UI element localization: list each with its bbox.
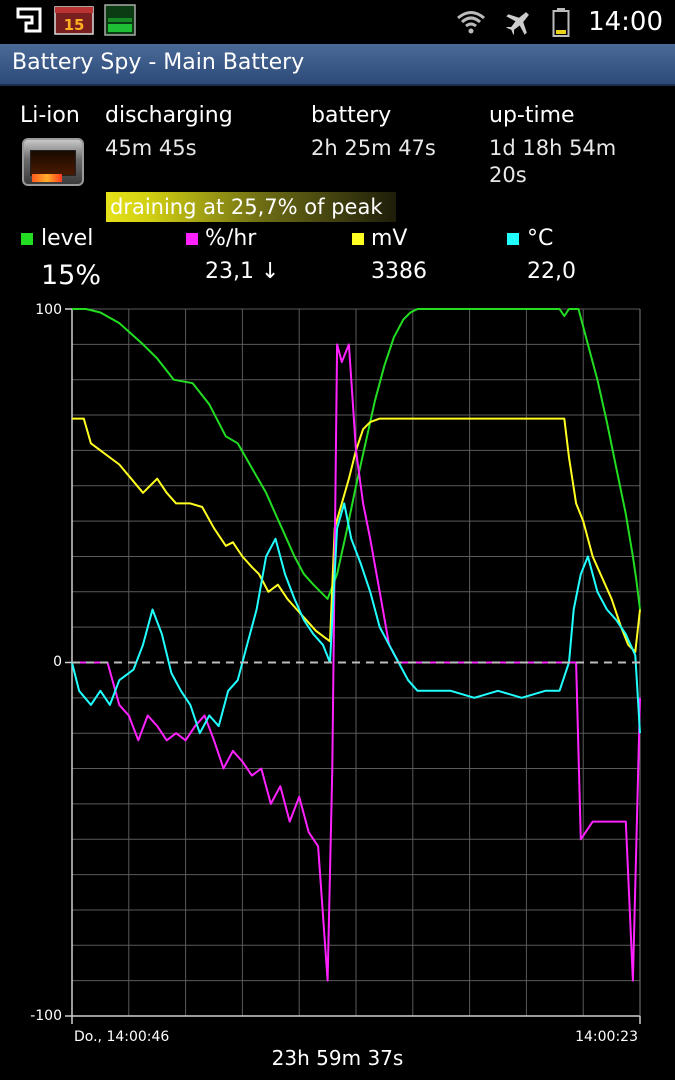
chart-duration: 23h 59m 37s [271,1046,404,1070]
legend-rate-label: %/hr [205,226,257,251]
svg-text:15: 15 [64,16,85,34]
battery-time-value: 2h 25m 47s [311,136,436,160]
drain-text: draining at 25,7% of peak [110,195,383,219]
wifi-icon [457,11,486,34]
x-axis-end-label: 14:00:23 [575,1029,638,1045]
legend-level-swatch [21,233,33,245]
uptime-value-line1: 1d 18h 54m [489,136,617,160]
system-icons: 14:00 [456,0,663,44]
x-axis-start-label: Do., 14:00:46 [74,1029,169,1045]
battery-type-label: Li-ion [20,103,80,128]
airplane-mode-icon [506,12,529,35]
y-axis-top-label: 100 [35,302,62,318]
battery-icon [552,8,570,37]
battery-image [22,138,84,186]
status-bar: 15 14:00 [0,0,675,44]
notification-icons: 15 [14,4,136,36]
battery-time-label: battery [311,103,392,128]
page-title: Battery Spy - Main Battery [12,50,305,75]
legend-level-label: level [41,226,94,251]
battery-history-chart[interactable]: 100 0 -100 Do., 14:00:46 14:00:23 [0,290,675,1080]
legend-rate-swatch [186,233,198,245]
chart-grid [65,308,641,1024]
legend-rate-value: 23,1 ↓ [205,259,280,284]
y-axis-bottom-label: -100 [30,1008,62,1024]
legend-level-value: 15% [41,260,102,291]
clock: 14:00 [588,7,663,37]
app-logo-icon [16,7,42,33]
calendar-15-icon: 15 [54,6,94,35]
legend-temp-label: °C [527,226,554,251]
uptime-value-line2: 20s [489,163,527,187]
uptime-label: up-time [489,103,575,128]
legend-temp-value: 22,0 [527,259,576,284]
y-axis-zero-label: 0 [53,654,62,670]
state-label: discharging [105,103,233,128]
legend-voltage-value: 3386 [371,259,427,284]
state-value: 45m 45s [105,136,197,160]
legend-temp-swatch [507,233,519,245]
title-bar: Battery Spy - Main Battery [0,44,675,86]
legend-voltage-swatch [352,233,364,245]
battery-monitor-icon [104,4,136,36]
legend-voltage-label: mV [371,226,408,251]
